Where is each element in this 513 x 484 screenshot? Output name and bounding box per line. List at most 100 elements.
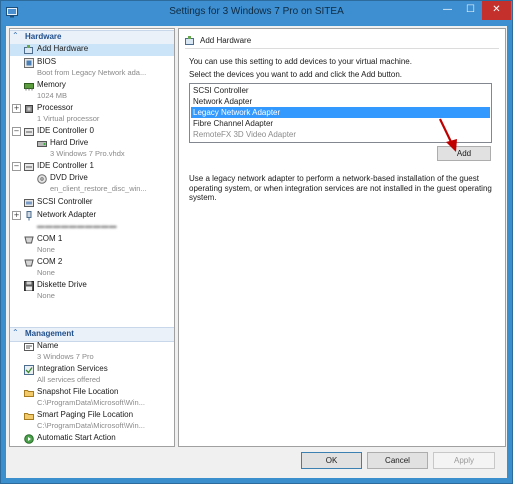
chevron-up-icon: ⌃ bbox=[12, 328, 19, 337]
sidebar-item-label: Add Hardware bbox=[37, 44, 89, 53]
collapse-toggle[interactable]: − bbox=[12, 127, 21, 136]
management-section-label: Management bbox=[25, 329, 74, 338]
sidebar-item-label: Automatic Start Action bbox=[37, 433, 116, 442]
sidebar-item-diskette-drive[interactable]: Diskette Drive None bbox=[10, 280, 174, 302]
integration-services-icon bbox=[24, 365, 34, 375]
add-hardware-icon bbox=[24, 45, 33, 54]
sidebar-item-label: Network Adapter bbox=[37, 210, 97, 219]
folder-icon bbox=[24, 390, 34, 397]
instruction-text: Select the devices you want to add and c… bbox=[189, 70, 403, 79]
hardware-section-header[interactable]: ⌃ Hardware bbox=[10, 30, 174, 45]
settings-tree[interactable]: ⌃ Hardware Add Hardware BIOS Boot from L… bbox=[9, 28, 175, 447]
sidebar-item-processor[interactable]: + Processor 1 Virtual processor bbox=[10, 103, 174, 125]
sidebar-item-label: Smart Paging File Location bbox=[37, 410, 134, 419]
sidebar-item-label: Diskette Drive bbox=[37, 280, 87, 289]
sidebar-item-bios[interactable]: BIOS Boot from Legacy Network ada... bbox=[10, 57, 174, 79]
dvd-drive-icon bbox=[37, 174, 47, 184]
expand-toggle[interactable]: + bbox=[12, 211, 21, 220]
sidebar-item-hard-drive[interactable]: Hard Drive 3 Windows 7 Pro.vhdx bbox=[10, 138, 174, 160]
sidebar-item-label: SCSI Controller bbox=[37, 197, 93, 206]
maximize-button[interactable]: ☐ bbox=[459, 1, 482, 20]
device-list-item[interactable]: Fibre Channel Adapter bbox=[191, 118, 490, 129]
device-list[interactable]: SCSI Controller Network Adapter Legacy N… bbox=[189, 83, 492, 143]
expand-toggle[interactable]: + bbox=[12, 104, 21, 113]
cancel-button[interactable]: Cancel bbox=[367, 452, 428, 469]
sidebar-item-detail: C:\ProgramData\Microsoft\Win... bbox=[37, 398, 145, 407]
sidebar-item-add-hardware[interactable]: Add Hardware bbox=[10, 44, 174, 56]
sidebar-item-com-1[interactable]: COM 1 None bbox=[10, 234, 174, 256]
sidebar-item-detail: None bbox=[37, 245, 55, 254]
management-section-header[interactable]: ⌃ Management bbox=[10, 327, 174, 342]
sidebar-item-detail: 3 Windows 7 Pro.vhdx bbox=[50, 149, 125, 158]
dialog-body: ⌃ Hardware Add Hardware BIOS Boot from L… bbox=[6, 26, 507, 478]
sidebar-item-label: IDE Controller 0 bbox=[37, 126, 94, 135]
sidebar-item-dvd-drive[interactable]: DVD Drive en_client_restore_disc_win... bbox=[10, 173, 174, 195]
hard-drive-icon bbox=[37, 141, 47, 147]
sidebar-item-detail: C:\ProgramData\Microsoft\Win... bbox=[37, 421, 145, 430]
sidebar-item-label: Name bbox=[37, 341, 59, 350]
com-port-icon bbox=[24, 236, 34, 244]
memory-icon bbox=[24, 83, 34, 91]
sidebar-item-scsi-controller[interactable]: SCSI Controller bbox=[10, 197, 174, 209]
com-port-icon bbox=[24, 259, 34, 267]
sidebar-item-detail: None bbox=[37, 268, 55, 277]
sidebar-item-name[interactable]: Name 3 Windows 7 Pro bbox=[10, 341, 174, 363]
add-hardware-panel: Add Hardware You can use this setting to… bbox=[178, 28, 506, 447]
panel-header: Add Hardware bbox=[185, 35, 499, 49]
sidebar-item-detail: 3 Windows 7 Pro bbox=[37, 352, 94, 361]
sidebar-item-label: Hard Drive bbox=[50, 138, 89, 147]
close-button[interactable]: ✕ bbox=[482, 1, 511, 20]
start-action-icon bbox=[24, 434, 34, 444]
device-description: Use a legacy network adapter to perform … bbox=[189, 174, 499, 203]
folder-icon bbox=[24, 413, 34, 420]
device-list-item[interactable]: Network Adapter bbox=[191, 96, 490, 107]
sidebar-item-label: Integration Services bbox=[37, 364, 108, 373]
description-line: operating system, or when integration se… bbox=[189, 183, 492, 193]
intro-text: You can use this setting to add devices … bbox=[189, 57, 412, 66]
collapse-toggle[interactable]: − bbox=[12, 162, 21, 171]
device-list-item-selected[interactable]: Legacy Network Adapter bbox=[191, 107, 490, 118]
diskette-drive-icon bbox=[24, 281, 34, 291]
apply-button: Apply bbox=[433, 452, 495, 469]
redacted-adapter-detail: ▬▬▬▬▬▬▬▬▬▬ bbox=[37, 221, 117, 230]
scsi-controller-icon bbox=[24, 199, 34, 207]
title-bar[interactable]: Settings for 3 Windows 7 Pro on SITEA — … bbox=[1, 1, 512, 25]
ide-controller-icon bbox=[24, 163, 34, 171]
sidebar-item-label: IDE Controller 1 bbox=[37, 161, 94, 170]
ok-button[interactable]: OK bbox=[301, 452, 362, 469]
hardware-section-label: Hardware bbox=[25, 32, 62, 41]
sidebar-item-ide-controller-0[interactable]: − IDE Controller 0 bbox=[10, 126, 174, 138]
sidebar-item-smart-paging-file-location[interactable]: Smart Paging File Location C:\ProgramDat… bbox=[10, 410, 174, 432]
sidebar-item-label: BIOS bbox=[37, 57, 57, 66]
sidebar-item-detail: All services offered bbox=[37, 375, 101, 384]
sidebar-item-automatic-start-action[interactable]: Automatic Start Action bbox=[10, 433, 174, 446]
sidebar-item-label: COM 1 bbox=[37, 234, 63, 243]
sidebar-item-detail: None bbox=[37, 291, 55, 300]
network-adapter-icon bbox=[26, 211, 32, 221]
description-line: Use a legacy network adapter to perform … bbox=[189, 174, 479, 183]
name-icon bbox=[24, 343, 34, 351]
settings-window: Settings for 3 Windows 7 Pro on SITEA — … bbox=[0, 0, 513, 484]
add-button[interactable]: Add bbox=[437, 146, 491, 161]
sidebar-item-label: DVD Drive bbox=[50, 173, 88, 182]
sidebar-item-label: Memory bbox=[37, 80, 66, 89]
sidebar-item-memory[interactable]: Memory 1024 MB bbox=[10, 80, 174, 102]
device-list-item[interactable]: SCSI Controller bbox=[191, 85, 490, 96]
minimize-button[interactable]: — bbox=[436, 1, 459, 20]
sidebar-item-network-adapter[interactable]: + Network Adapter ▬▬▬▬▬▬▬▬▬▬ bbox=[10, 210, 174, 232]
device-list-item-disabled: RemoteFX 3D Video Adapter bbox=[193, 130, 297, 139]
sidebar-item-label: COM 2 bbox=[37, 257, 63, 266]
sidebar-item-detail: en_client_restore_disc_win... bbox=[50, 184, 147, 193]
sidebar-item-ide-controller-1[interactable]: − IDE Controller 1 bbox=[10, 161, 174, 173]
sidebar-item-label: Processor bbox=[37, 103, 74, 112]
chevron-up-icon: ⌃ bbox=[12, 31, 19, 40]
sidebar-item-com-2[interactable]: COM 2 None bbox=[10, 257, 174, 279]
sidebar-item-snapshot-file-location[interactable]: Snapshot File Location C:\ProgramData\Mi… bbox=[10, 387, 174, 409]
bios-icon bbox=[24, 58, 34, 68]
sidebar-item-detail: 1024 MB bbox=[37, 91, 68, 100]
sidebar-item-detail: Boot from Legacy Network ada... bbox=[37, 68, 147, 77]
sidebar-item-detail: 1 Virtual processor bbox=[37, 114, 100, 123]
sidebar-item-integration-services[interactable]: Integration Services All services offere… bbox=[10, 364, 174, 386]
processor-icon bbox=[25, 105, 33, 113]
ide-controller-icon bbox=[24, 128, 34, 136]
